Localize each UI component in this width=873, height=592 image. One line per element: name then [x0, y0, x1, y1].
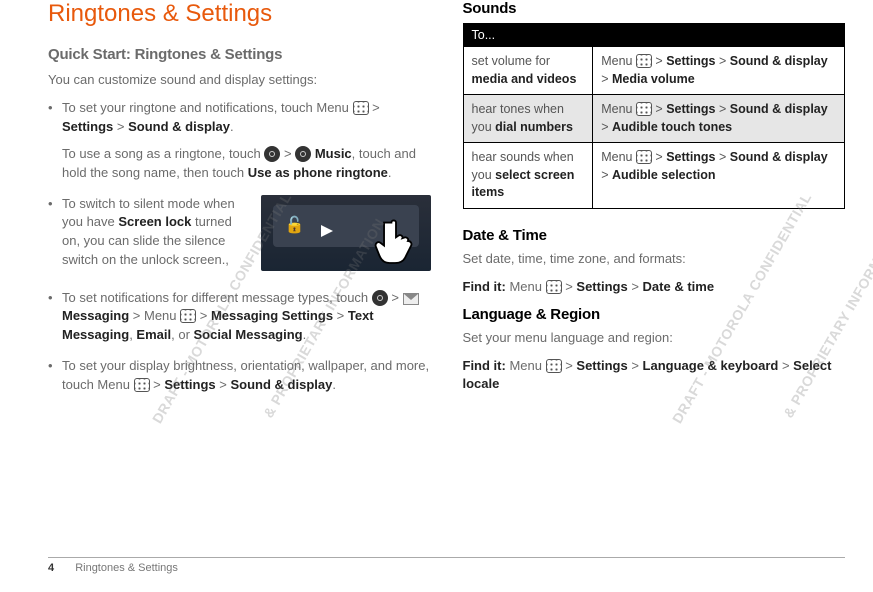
left-column: Ringtones & Settings Quick Start: Ringto…	[48, 0, 431, 540]
menu-icon	[636, 102, 652, 116]
lang-findit: Find it: Menu > Settings > Language & ke…	[463, 357, 846, 393]
sounds-th: To...	[463, 24, 845, 47]
right-column: Sounds To... set volume for media and vi…	[463, 0, 846, 540]
music-icon	[295, 146, 311, 162]
sounds-table: To... set volume for media and videos Me…	[463, 23, 846, 209]
menu-icon	[546, 280, 562, 294]
sounds-heading: Sounds	[463, 0, 846, 17]
datetime-body: Set date, time, time zone, and formats:	[463, 250, 846, 268]
page-number: 4	[48, 562, 54, 574]
table-row: hear sounds when you select screen items…	[463, 143, 845, 209]
bullet-silent: 🔓 To switch to silent mode when you have…	[48, 195, 431, 277]
menu-icon	[180, 309, 196, 323]
bullet-display: To set your display brightness, orientat…	[48, 357, 431, 395]
page-title: Ringtones & Settings	[48, 0, 431, 28]
launcher-icon	[372, 290, 388, 306]
launcher-icon	[264, 146, 280, 162]
hand-pointer-icon	[373, 215, 419, 265]
lang-body: Set your menu language and region:	[463, 329, 846, 347]
quickstart-heading: Quick Start: Ringtones & Settings	[48, 46, 431, 63]
menu-icon	[636, 150, 652, 164]
menu-icon	[353, 101, 369, 115]
page-footer: 4 Ringtones & Settings	[48, 557, 845, 574]
menu-icon	[636, 54, 652, 68]
lang-heading: Language & Region	[463, 306, 846, 323]
menu-icon	[546, 359, 562, 373]
quickstart-intro: You can customize sound and display sett…	[48, 71, 431, 89]
footer-label: Ringtones & Settings	[75, 562, 178, 574]
play-arrow-icon	[321, 225, 333, 237]
menu-icon	[134, 378, 150, 392]
datetime-findit: Find it: Menu > Settings > Date & time	[463, 278, 846, 296]
bullet-ringtone: To set your ringtone and notifications, …	[48, 99, 431, 182]
unlock-screen-illustration: 🔓	[261, 195, 431, 271]
table-row: set volume for media and videos Menu > S…	[463, 47, 845, 95]
datetime-heading: Date & Time	[463, 227, 846, 244]
lock-icon: 🔓	[285, 214, 303, 232]
table-row: hear tones when you dial numbers Menu > …	[463, 95, 845, 143]
mail-icon	[403, 293, 419, 305]
bullet-notifications: To set notifications for different messa…	[48, 289, 431, 346]
